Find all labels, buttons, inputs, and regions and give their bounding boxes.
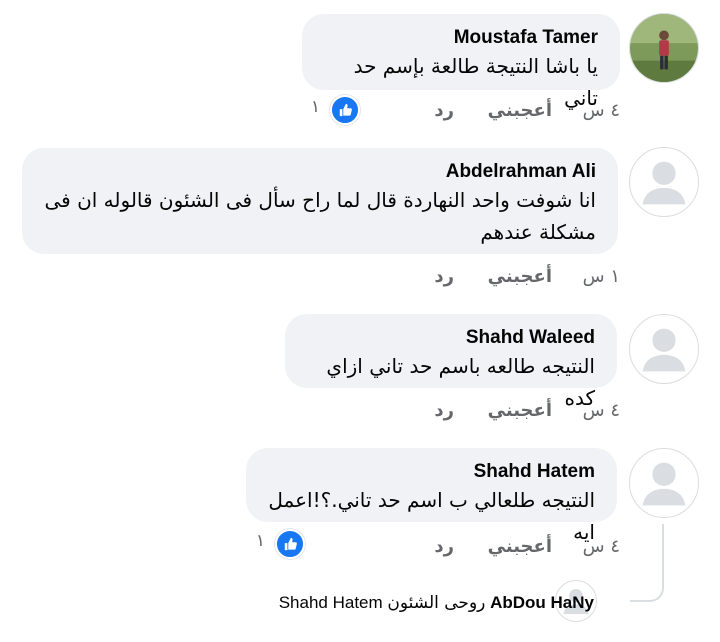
like-button[interactable]: أعجبني xyxy=(488,400,552,421)
reaction-summary[interactable]: ١ xyxy=(245,529,305,561)
comment-actions: ٤ س أعجبني رد xyxy=(320,536,620,566)
comment-author[interactable]: Shahd Hatem xyxy=(268,460,595,484)
reply-preview[interactable]: AbDou HaNy روحى الشئون Shahd Hatem xyxy=(279,588,594,618)
avatar-abdelrahman-ali[interactable] xyxy=(629,147,699,217)
reply-author[interactable]: AbDou HaNy xyxy=(490,593,594,612)
comment-time[interactable]: ١ س xyxy=(583,266,620,287)
reaction-count: ١ xyxy=(310,97,320,117)
comment-bubble: Moustafa Tamer يا باشا النتيجة طالعة بإس… xyxy=(302,14,620,110)
avatar-shahd-waleed[interactable] xyxy=(629,314,699,384)
default-avatar-icon xyxy=(642,462,686,506)
comment-actions: ٤ س أعجبني رد xyxy=(320,100,620,130)
comment-text: انا شوفت واحد النهاردة قال لما راح سأل ف… xyxy=(44,188,596,244)
like-reaction-icon xyxy=(275,529,305,559)
comment-actions: ٤ س أعجبني رد xyxy=(320,400,620,430)
comment-actions: ١ س أعجبني رد xyxy=(320,266,620,296)
avatar-shahd-hatem[interactable] xyxy=(629,448,699,518)
like-button[interactable]: أعجبني xyxy=(488,536,552,557)
profile-photo-icon xyxy=(630,14,698,82)
comment-time[interactable]: ٤ س xyxy=(583,536,620,557)
comment-bubble: Abdelrahman Ali انا شوفت واحد النهاردة ق… xyxy=(22,148,618,254)
comment-time[interactable]: ٤ س xyxy=(583,100,620,121)
comment-author[interactable]: Abdelrahman Ali xyxy=(44,160,596,184)
reply-text: روحى الشئون xyxy=(387,593,486,613)
reply-mention[interactable]: Shahd Hatem xyxy=(279,593,383,612)
comment-bubble: Shahd Waleed النتيجه طالعه باسم حد تاني … xyxy=(285,314,617,410)
avatar-moustafa-tamer[interactable] xyxy=(629,13,699,83)
reply-button[interactable]: رد xyxy=(434,100,454,121)
reaction-summary[interactable]: ١ xyxy=(300,95,360,127)
reply-button[interactable]: رد xyxy=(434,266,454,287)
like-button[interactable]: أعجبني xyxy=(488,100,552,121)
like-button[interactable]: أعجبني xyxy=(488,266,552,287)
reply-thread-connector xyxy=(630,524,664,602)
comment-author[interactable]: Shahd Waleed xyxy=(307,326,595,350)
reply-button[interactable]: رد xyxy=(434,536,454,557)
comment-bubble: Shahd Hatem النتيجه طلعالي ب اسم حد تاني… xyxy=(246,448,617,544)
default-avatar-icon xyxy=(642,328,686,372)
comment-author[interactable]: Moustafa Tamer xyxy=(324,26,598,50)
default-avatar-icon xyxy=(642,161,686,205)
like-reaction-icon xyxy=(330,95,360,125)
comment-time[interactable]: ٤ س xyxy=(583,400,620,421)
reaction-count: ١ xyxy=(255,531,265,551)
reply-button[interactable]: رد xyxy=(434,400,454,421)
